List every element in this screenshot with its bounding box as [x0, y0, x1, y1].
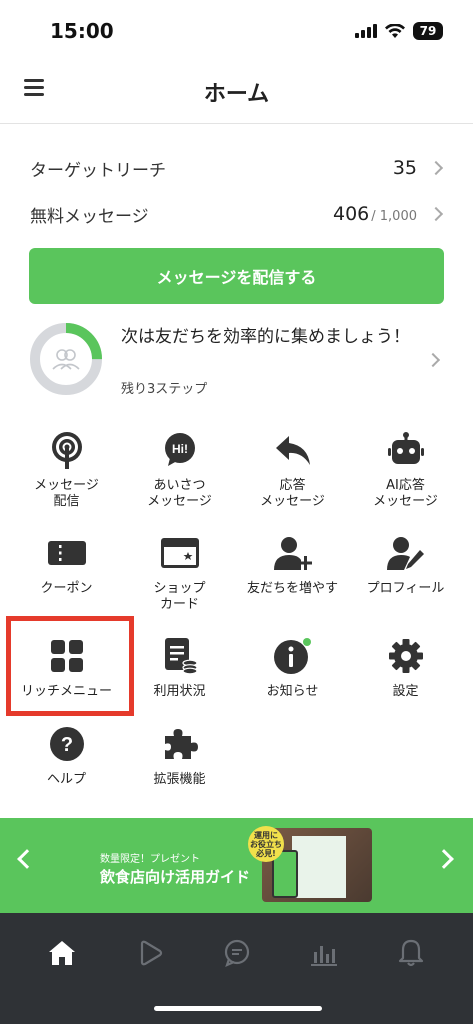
chevron-right-icon[interactable]: [434, 849, 454, 869]
friends-icon: [52, 349, 80, 370]
puzzle-icon: [160, 724, 200, 764]
reply-icon: [273, 430, 313, 470]
bell-icon: [398, 939, 424, 967]
chevron-right-icon: [425, 352, 441, 368]
shop-card-icon: [160, 533, 200, 573]
menu-item-usage[interactable]: 利用状況: [123, 636, 236, 726]
notification-dot: [302, 638, 311, 646]
menu-item-coupon[interactable]: クーポン: [10, 533, 123, 623]
chevron-left-icon[interactable]: [17, 849, 37, 869]
chart-icon: [311, 946, 337, 966]
tab-notifications[interactable]: [391, 933, 431, 973]
guide-booklet: [292, 836, 346, 898]
menu-item-label: 拡張機能: [153, 772, 206, 787]
robot-icon: [386, 430, 426, 470]
free-messages-label: 無料メッセージ: [30, 206, 149, 227]
menu-item-rich-menu[interactable]: リッチメニュー: [10, 636, 123, 726]
add-friend-icon: [273, 533, 313, 573]
target-reach-value: 35: [392, 157, 417, 179]
chevron-right-icon: [428, 206, 444, 222]
onboarding-progress-card[interactable]: 次は友だちを効率的に集めましょう！ 残り3ステップ: [29, 322, 444, 402]
menu-item-label: ショップ カード: [153, 581, 206, 612]
menu-item-label: 応答 メッセージ: [260, 478, 325, 509]
menu-item-add-friends[interactable]: 友だちを増やす: [236, 533, 349, 623]
menu-item-broadcast[interactable]: メッセージ 配信: [10, 430, 123, 520]
gear-icon: [386, 636, 426, 676]
menu-item-label: ヘルプ: [46, 772, 86, 787]
menu-item-label: 友だちを増やす: [246, 581, 338, 596]
promo-banner[interactable]: 数量限定！プレゼント 飲食店向け活用ガイド 運用に お役立ち 必見!: [0, 818, 473, 913]
banner-badge-text: 運用に お役立ち 必見!: [250, 830, 282, 858]
progress-title: 次は友だちを効率的に集めましょう！: [121, 327, 410, 347]
free-messages-limit: / 1,000: [371, 209, 417, 224]
target-reach-row[interactable]: ターゲットリーチ 35: [30, 148, 444, 188]
free-messages-value: 406/ 1,000: [333, 203, 417, 225]
banner-badge: 運用に お役立ち 必見!: [248, 826, 284, 862]
tab-timeline[interactable]: [130, 933, 170, 973]
menu-item-settings[interactable]: 設定: [349, 636, 462, 726]
home-icon: [49, 941, 75, 965]
tab-home[interactable]: [42, 933, 82, 973]
home-indicator: [154, 1006, 322, 1011]
menu-item-label: お知らせ: [266, 684, 319, 699]
progress-subtitle: 残り3ステップ: [121, 382, 208, 397]
svg-text:Hi!: Hi!: [172, 442, 188, 456]
menu-item-notices[interactable]: お知らせ: [236, 636, 349, 726]
menu-item-label: AI応答 メッセージ: [373, 478, 438, 509]
broadcast-icon: [47, 430, 87, 470]
help-icon: ?: [47, 724, 87, 764]
progress-ring: [30, 323, 102, 395]
menu-item-reply[interactable]: 応答 メッセージ: [236, 430, 349, 520]
menu-item-ai-reply[interactable]: AI応答 メッセージ: [349, 430, 462, 520]
free-messages-row[interactable]: 無料メッセージ 406/ 1,000: [30, 194, 444, 234]
menu-item-label: クーポン: [40, 581, 93, 596]
broadcast-message-button[interactable]: メッセージを配信する: [29, 248, 444, 304]
banner-small-text: 数量限定！プレゼント: [100, 854, 200, 865]
target-reach-label: ターゲットリーチ: [30, 160, 166, 181]
usage-icon: [160, 636, 200, 676]
menu-item-label: あいさつ メッセージ: [147, 478, 212, 509]
menu-item-profile[interactable]: プロフィール: [349, 533, 462, 623]
play-icon: [140, 940, 163, 966]
menu-item-label: メッセージ 配信: [34, 478, 99, 509]
app-header: ホーム: [0, 60, 473, 124]
banner-main-text: 飲食店向け活用ガイド: [100, 868, 251, 886]
coupon-icon: [47, 533, 87, 573]
status-time: 15:00: [50, 19, 114, 43]
info-icon: [273, 636, 313, 676]
svg-text:?: ?: [60, 734, 72, 756]
menu-item-greeting[interactable]: Hi! あいさつ メッセージ: [123, 430, 236, 520]
greeting-icon: Hi!: [160, 430, 200, 470]
free-messages-count: 406: [333, 203, 370, 225]
wifi-icon: [385, 24, 405, 38]
tab-chat[interactable]: [217, 933, 257, 973]
menu-item-shop-card[interactable]: ショップ カード: [123, 533, 236, 623]
menu-item-extensions[interactable]: 拡張機能: [123, 724, 236, 814]
menu-item-label: プロフィール: [366, 581, 445, 596]
status-icons: 79: [355, 22, 443, 40]
menu-item-label: 設定: [392, 684, 419, 699]
signal-icon: [355, 24, 377, 38]
chat-icon: [224, 939, 250, 967]
menu-item-label: 利用状況: [153, 684, 206, 699]
menu-item-label: リッチメニュー: [20, 684, 112, 699]
status-bar: 15:00 79: [0, 0, 473, 60]
page-title: ホーム: [203, 82, 270, 107]
tab-analytics[interactable]: [304, 933, 344, 973]
menu-item-help[interactable]: ? ヘルプ: [10, 724, 123, 814]
rich-menu-icon: [47, 636, 87, 676]
chevron-right-icon: [428, 160, 444, 176]
profile-edit-icon: [386, 533, 426, 573]
battery-indicator: 79: [413, 22, 443, 40]
